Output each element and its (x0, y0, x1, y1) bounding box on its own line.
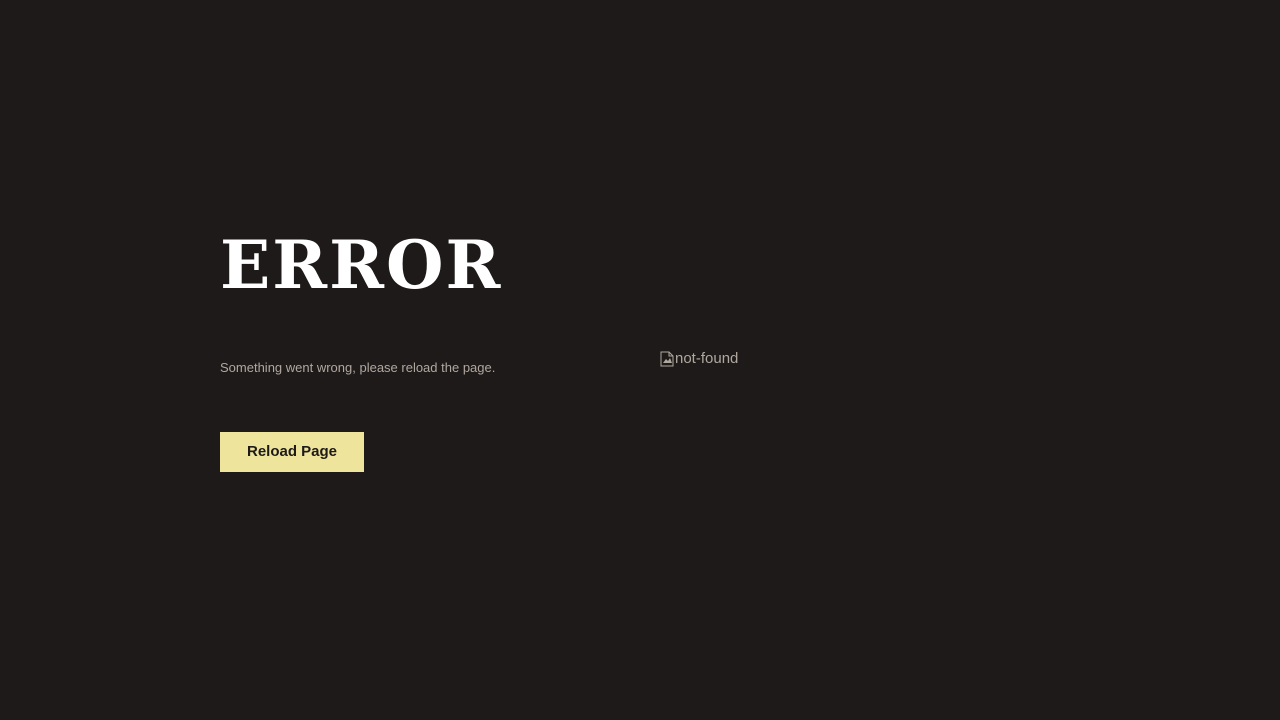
error-message: Something went wrong, please reload the … (220, 360, 496, 375)
reload-page-button[interactable]: Reload Page (220, 432, 364, 472)
not-found-image-alt-text: not-found (675, 350, 739, 367)
broken-image-icon (660, 351, 674, 367)
error-title: ERROR (220, 226, 503, 304)
not-found-image: not-found (660, 350, 738, 368)
error-page: ERROR Something went wrong, please reloa… (0, 0, 1280, 720)
